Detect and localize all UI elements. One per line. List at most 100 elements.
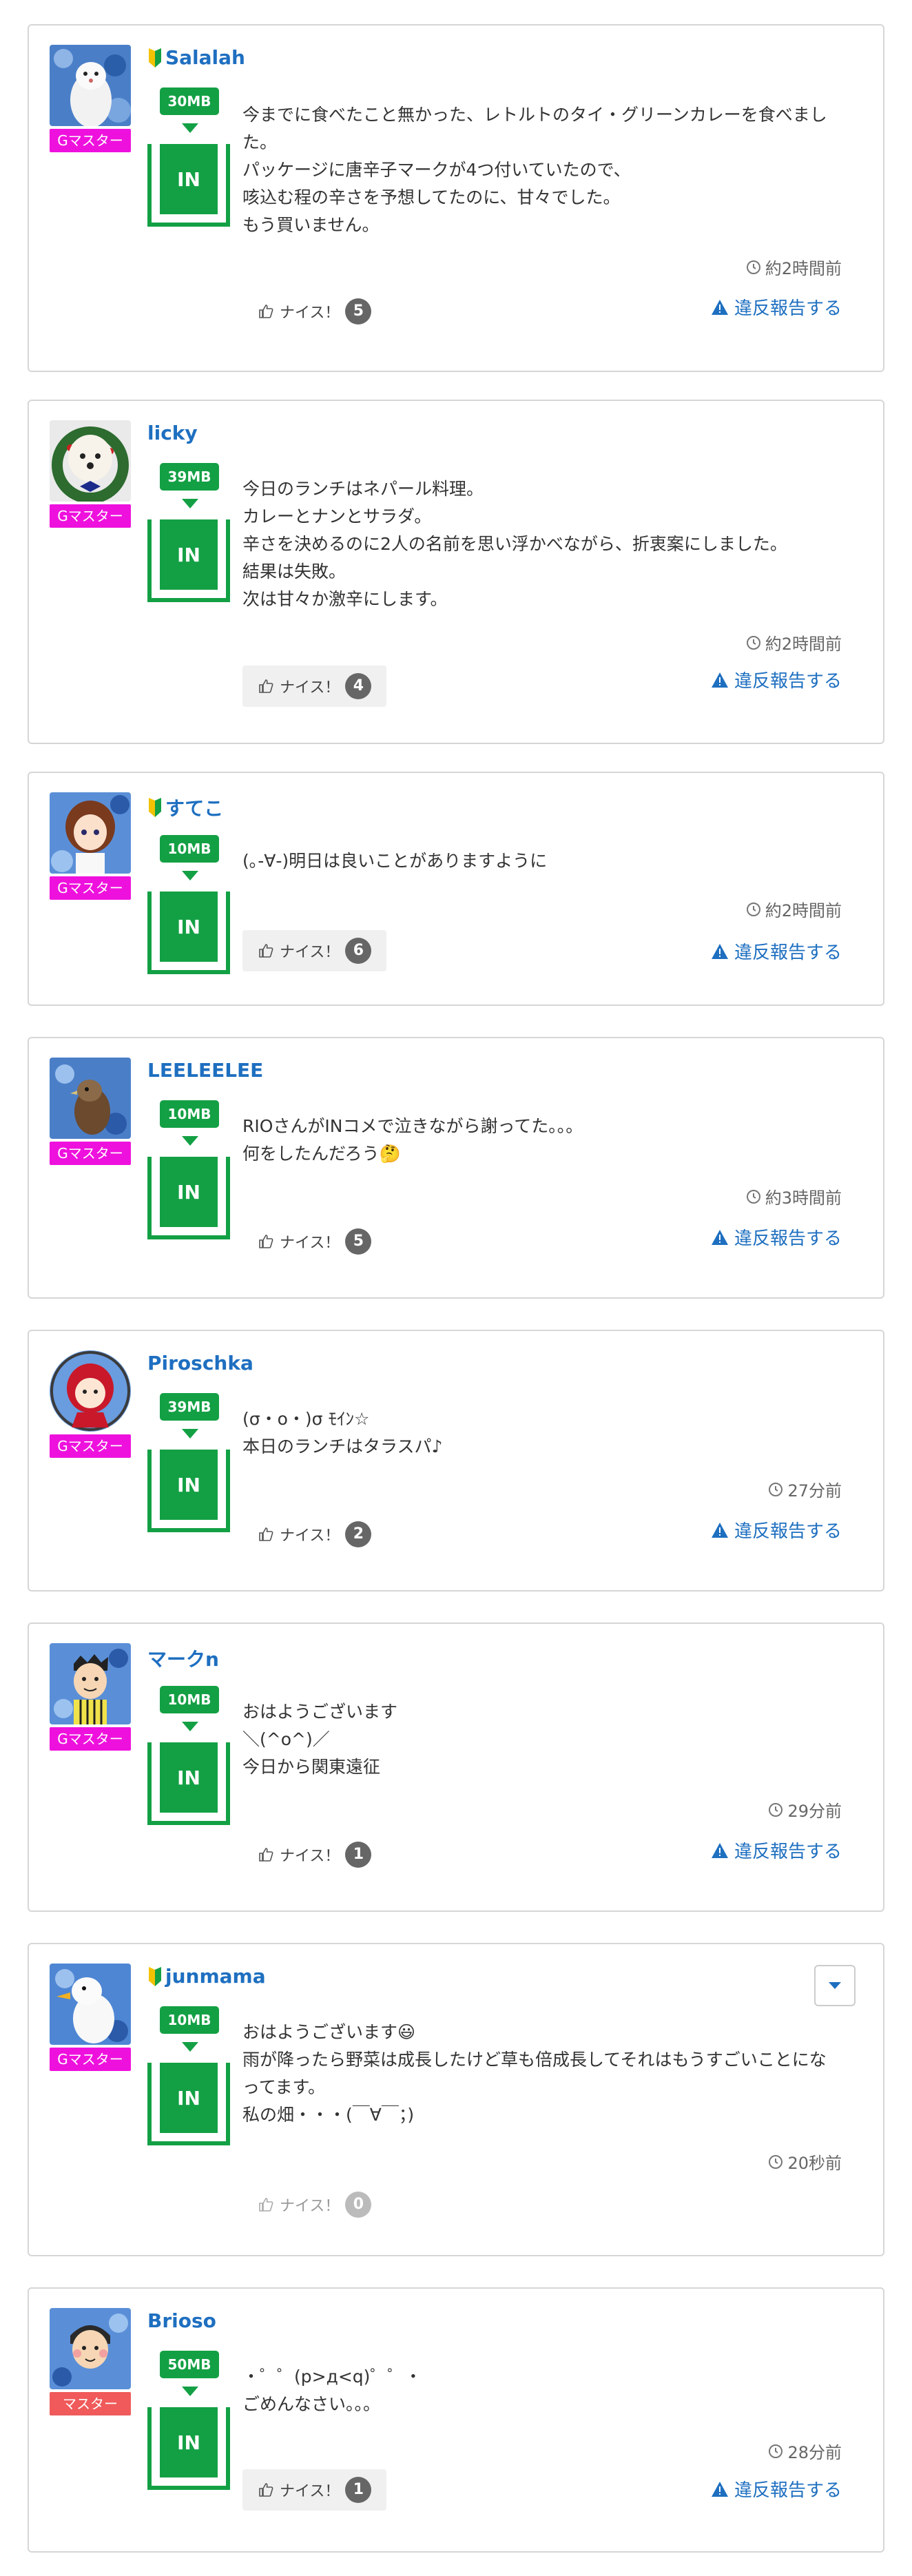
in-badge: IN [147, 1450, 230, 1532]
man-avatar[interactable] [50, 1643, 131, 1724]
nice-count: 1 [345, 1842, 372, 1868]
in-badge: IN [147, 519, 230, 602]
nice-button[interactable]: ナイス！ 4 [242, 666, 387, 707]
red-hood-avatar[interactable] [50, 1350, 131, 1432]
report-label: 違反報告する [734, 1521, 842, 1542]
comment-text: おはようございます😃 雨が降ったら野菜は成長したけど草も倍成長してそれはもうすご… [242, 2022, 827, 2125]
clock-icon [769, 2444, 783, 2458]
report-link[interactable]: 違反報告する [711, 667, 842, 692]
timestamp: 29分前 [768, 1797, 842, 1822]
username-link[interactable]: licky [147, 422, 198, 444]
username-link[interactable]: Brioso [147, 2309, 216, 2332]
beginner-mark-icon [149, 798, 161, 817]
username-text: Salalah [165, 46, 245, 69]
nice-button[interactable]: ナイス！ 5 [242, 291, 386, 332]
mb-arrow-icon [182, 871, 198, 880]
nice-button[interactable]: ナイス！ 5 [242, 1221, 386, 1262]
report-label: 違反報告する [734, 942, 842, 963]
post-card: Gマスター マークn 10MB IN おはようございます ＼(^o^)／ 今日か… [28, 1622, 884, 1912]
report-link[interactable]: 違反報告する [711, 938, 842, 964]
report-label: 違反報告する [734, 298, 842, 319]
comment-text: (｡-∀-)明日は良いことがありますように [242, 851, 548, 871]
post-menu-dropdown[interactable] [814, 1965, 856, 2006]
username-text: マークn [147, 1648, 219, 1671]
comment-text: おはようございます ＼(^o^)／ 今日から関東遠征 [242, 1702, 398, 1777]
thumbs-up-icon [259, 1235, 273, 1248]
mb-arrow-icon [182, 1136, 198, 1146]
comment-text: RIOさんがINコメで泣きながら謝ってた。。。 何をしたんだろう🤔 [242, 1116, 583, 1164]
comment-text: 今までに食べたこと無かった、レトルトのタイ・グリーンカレーを食べました。 パッケ… [242, 105, 827, 235]
clock-icon [769, 1482, 783, 1496]
username-link[interactable]: junmama [147, 1965, 266, 1988]
report-label: 違反報告する [734, 671, 842, 692]
thumbs-up-icon [259, 944, 273, 958]
thumbs-up-icon [259, 2198, 273, 2212]
username-link[interactable]: Salalah [147, 46, 245, 69]
chevron-down-icon [829, 1982, 841, 1989]
warning-icon [711, 672, 728, 688]
report-link[interactable]: 違反報告する [711, 1224, 842, 1250]
mb-badge: 10MB [160, 1686, 219, 1713]
report-link[interactable]: 違反報告する [711, 2476, 842, 2502]
report-link[interactable]: 違反報告する [711, 294, 842, 320]
timestamp-text: 約3時間前 [765, 1188, 842, 1208]
mb-arrow-icon [182, 2042, 198, 2052]
username-link[interactable]: LEELEELEE [147, 1059, 263, 1082]
nice-button[interactable]: ナイス！ 0 [242, 2184, 386, 2225]
ferret-avatar[interactable] [50, 45, 131, 126]
clock-icon [769, 2154, 783, 2169]
nice-button[interactable]: ナイス！ 6 [242, 930, 387, 971]
timestamp: 約3時間前 [746, 1184, 842, 1208]
nice-button[interactable]: ナイス！ 1 [242, 1834, 386, 1875]
bird-avatar[interactable] [50, 1058, 131, 1139]
thumbs-up-icon [259, 1527, 273, 1541]
report-link[interactable]: 違反報告する [711, 1837, 842, 1863]
nice-label: ナイス！ [280, 2483, 340, 2500]
clock-icon [746, 635, 760, 650]
rank-badge: Gマスター [50, 1727, 131, 1751]
post-card: マスター Brioso 50MB IN ・゜゜(p>д<q)゜゜・ ごめんなさい… [28, 2287, 884, 2553]
anime-girl-avatar[interactable] [50, 792, 131, 874]
dog-wreath-avatar[interactable] [50, 420, 131, 502]
mb-badge: 10MB [160, 1100, 219, 1128]
username-link[interactable]: すてこ [147, 794, 223, 821]
comment-text: 今日のランチはネパール料理。 カレーとナンとサラダ。 辛さを決めるのに2人の名前… [242, 479, 787, 609]
in-label: IN [160, 1157, 218, 1227]
timestamp: 27分前 [768, 1477, 842, 1501]
rank-badge: Gマスター [50, 876, 131, 900]
mb-badge: 10MB [160, 2006, 219, 2034]
rank-badge: Gマスター [50, 1142, 131, 1165]
timestamp-text: 27分前 [787, 1481, 842, 1501]
thumbs-up-icon [259, 305, 273, 318]
username-text: Brioso [147, 2309, 216, 2332]
nice-button[interactable]: ナイス！ 1 [242, 2469, 387, 2511]
post-card: Gマスター licky 39MB IN 今日のランチはネパール料理。 カレーとナ… [28, 400, 884, 744]
report-link[interactable]: 違反報告する [711, 1517, 842, 1543]
comment-text: (σ・o・)σ ﾓｲﾝ☆ 本日のランチはタラスパ♪ [242, 1409, 443, 1456]
in-label: IN [160, 892, 218, 962]
username-text: すてこ [165, 797, 224, 820]
username-link[interactable]: Piroschka [147, 1352, 253, 1374]
timestamp-text: 20秒前 [787, 2154, 842, 2173]
report-label: 違反報告する [734, 1228, 842, 1249]
nice-button[interactable]: ナイス！ 2 [242, 1514, 386, 1555]
duck-avatar[interactable] [50, 1964, 131, 2045]
nice-label: ナイス！ [280, 1235, 340, 1252]
warning-icon [711, 2481, 728, 2497]
boy-avatar[interactable] [50, 2308, 131, 2389]
in-badge: IN [147, 892, 230, 974]
in-badge: IN [147, 2063, 230, 2145]
timestamp: 約2時間前 [746, 630, 842, 655]
post-card: Gマスター junmama 10MB IN おはようございます😃 雨が降ったら野… [28, 1943, 884, 2256]
nice-count: 5 [345, 1228, 372, 1255]
mb-badge: 39MB [160, 463, 219, 491]
in-label: IN [160, 1742, 218, 1813]
in-label: IN [160, 2063, 218, 2133]
thumbs-up-icon [259, 2483, 273, 2497]
in-badge: IN [147, 1157, 230, 1239]
username-link[interactable]: マークn [147, 1645, 219, 1672]
rank-badge: Gマスター [50, 504, 131, 528]
warning-icon [711, 299, 728, 315]
nice-label: ナイス！ [280, 305, 340, 322]
nice-label: ナイス！ [280, 679, 340, 697]
